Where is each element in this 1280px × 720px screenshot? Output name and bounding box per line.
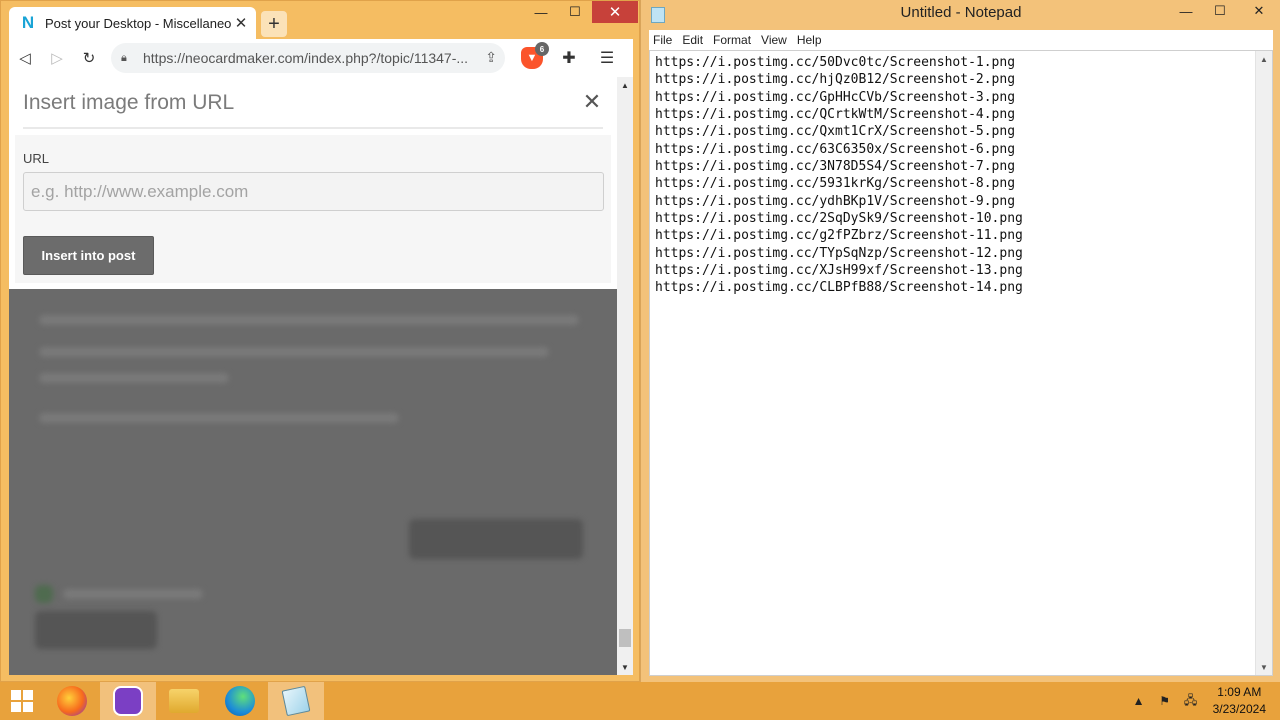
- scroll-down-arrow-icon[interactable]: ▼: [617, 659, 633, 675]
- menu-view[interactable]: View: [761, 33, 787, 47]
- notepad-line[interactable]: https://i.postimg.cc/63C6350x/Screenshot…: [655, 141, 1023, 158]
- maximize-button[interactable]: ☐: [558, 1, 592, 23]
- notepad-line[interactable]: https://i.postimg.cc/Qxmt1CrX/Screenshot…: [655, 123, 1023, 140]
- scroll-up-arrow-icon[interactable]: ▲: [1256, 51, 1272, 67]
- chevron-up-icon[interactable]: ▲: [1129, 691, 1149, 711]
- minimize-button[interactable]: —: [1169, 0, 1203, 22]
- address-bar[interactable]: 🔒︎ https://neocardmaker.com/index.php?/t…: [111, 43, 505, 73]
- new-tab-button[interactable]: +: [261, 11, 287, 37]
- scroll-up-arrow-icon[interactable]: ▲: [617, 77, 633, 93]
- scroll-thumb[interactable]: [619, 629, 631, 647]
- blurred-page-background: [9, 289, 617, 675]
- url-label: URL: [23, 151, 50, 166]
- notepad-window: Untitled - Notepad — ☐ ✕ File Edit Forma…: [640, 0, 1280, 682]
- menu-file[interactable]: File: [653, 33, 672, 47]
- clock-date: 3/23/2024: [1212, 702, 1266, 716]
- taskbar-firefox[interactable]: [44, 682, 100, 720]
- notepad-line[interactable]: https://i.postimg.cc/3N78D5S4/Screenshot…: [655, 158, 1023, 175]
- clock-time: 1:09 AM: [1217, 685, 1262, 699]
- close-window-button[interactable]: ✕: [592, 1, 638, 23]
- notepad-line[interactable]: https://i.postimg.cc/CLBPfB88/Screenshot…: [655, 279, 1023, 296]
- file-explorer-icon: [169, 689, 199, 713]
- notepad-line[interactable]: https://i.postimg.cc/TYpSqNzp/Screenshot…: [655, 245, 1023, 262]
- menu-help[interactable]: Help: [797, 33, 822, 47]
- share-icon[interactable]: ⇪: [485, 49, 497, 66]
- taskbar: ▲ ⚑ 🖧︎ 1:09 AM 3/23/2024: [0, 682, 1280, 720]
- notepad-line[interactable]: https://i.postimg.cc/hjQz0B12/Screenshot…: [655, 71, 1023, 88]
- back-arrow-icon[interactable]: ◁: [9, 42, 41, 74]
- address-url[interactable]: https://neocardmaker.com/index.php?/topi…: [143, 50, 475, 66]
- insert-image-modal: Insert image from URL ✕ URL Insert into …: [9, 77, 617, 289]
- close-window-button[interactable]: ✕: [1237, 0, 1280, 22]
- brave-shields-icon[interactable]: ▼ 6: [521, 42, 549, 69]
- notepad-line[interactable]: https://i.postimg.cc/5931krKg/Screenshot…: [655, 175, 1023, 192]
- start-button[interactable]: [0, 682, 44, 720]
- scroll-down-arrow-icon[interactable]: ▼: [1256, 659, 1272, 675]
- page-scrollbar[interactable]: ▲ ▼: [617, 77, 633, 675]
- tab-close-icon[interactable]: ✕: [232, 14, 250, 32]
- edge-icon: [225, 686, 255, 716]
- modal-title: Insert image from URL: [23, 91, 235, 114]
- insert-into-post-button[interactable]: Insert into post: [23, 236, 154, 275]
- url-input[interactable]: [23, 172, 604, 211]
- notepad-line[interactable]: https://i.postimg.cc/XJsH99xf/Screenshot…: [655, 262, 1023, 279]
- brave-nightly-icon: [113, 686, 143, 716]
- menu-format[interactable]: Format: [713, 33, 751, 47]
- notepad-icon: [281, 685, 311, 717]
- notepad-line[interactable]: https://i.postimg.cc/2SqDySk9/Screenshot…: [655, 210, 1023, 227]
- notepad-line[interactable]: https://i.postimg.cc/g2fPZbrz/Screenshot…: [655, 227, 1023, 244]
- network-icon[interactable]: 🖧︎: [1181, 691, 1201, 711]
- browser-tab[interactable]: N Post your Desktop - Miscellaneous ✕: [9, 7, 256, 39]
- lock-icon: 🔒︎: [121, 51, 127, 64]
- browser-window: N Post your Desktop - Miscellaneous ✕ + …: [0, 0, 640, 682]
- notepad-text-area[interactable]: https://i.postimg.cc/50Dvc0tc/Screenshot…: [649, 50, 1273, 676]
- modal-body: URL Insert into post: [15, 135, 611, 283]
- taskbar-brave-nightly[interactable]: [100, 682, 156, 720]
- windows-logo-icon: [11, 690, 33, 712]
- system-tray: ▲ ⚑ 🖧︎ 1:09 AM 3/23/2024: [1129, 682, 1280, 720]
- taskbar-file-explorer[interactable]: [156, 682, 212, 720]
- notepad-window-controls: — ☐ ✕: [1169, 0, 1280, 22]
- tab-title: Post your Desktop - Miscellaneous: [45, 15, 231, 31]
- firefox-icon: [57, 686, 87, 716]
- hamburger-menu-icon[interactable]: ☰: [595, 46, 619, 70]
- modal-header: Insert image from URL ✕: [23, 77, 603, 129]
- browser-toolbar: ◁ ▷ ↻ 🔒︎ https://neocardmaker.com/index.…: [9, 39, 633, 77]
- browser-window-controls: — ☐ ✕: [524, 1, 638, 23]
- minimize-button[interactable]: —: [524, 1, 558, 23]
- notepad-menubar: File Edit Format View Help: [649, 30, 1273, 50]
- notepad-line[interactable]: https://i.postimg.cc/ydhBKp1V/Screenshot…: [655, 193, 1023, 210]
- taskbar-edge[interactable]: [212, 682, 268, 720]
- shields-count-badge: 6: [535, 42, 549, 56]
- notepad-line[interactable]: https://i.postimg.cc/QCrtkWtM/Screenshot…: [655, 106, 1023, 123]
- close-icon[interactable]: ✕: [581, 89, 603, 114]
- notepad-line[interactable]: https://i.postimg.cc/50Dvc0tc/Screenshot…: [655, 54, 1023, 71]
- notepad-text[interactable]: https://i.postimg.cc/50Dvc0tc/Screenshot…: [655, 54, 1023, 297]
- reload-icon[interactable]: ↻: [73, 42, 105, 74]
- taskbar-notepad[interactable]: [268, 682, 324, 720]
- maximize-button[interactable]: ☐: [1203, 0, 1237, 22]
- page-viewport: Insert image from URL ✕ URL Insert into …: [9, 77, 617, 675]
- puzzle-icon[interactable]: ✚: [557, 46, 581, 70]
- notepad-scrollbar[interactable]: ▲ ▼: [1255, 51, 1272, 675]
- neocardmaker-favicon-icon: N: [21, 13, 35, 32]
- clock[interactable]: 1:09 AM 3/23/2024: [1213, 684, 1266, 718]
- action-center-flag-icon[interactable]: ⚑: [1155, 691, 1175, 711]
- notepad-line[interactable]: https://i.postimg.cc/GpHHcCVb/Screenshot…: [655, 89, 1023, 106]
- menu-edit[interactable]: Edit: [682, 33, 703, 47]
- forward-arrow-icon[interactable]: ▷: [41, 42, 73, 74]
